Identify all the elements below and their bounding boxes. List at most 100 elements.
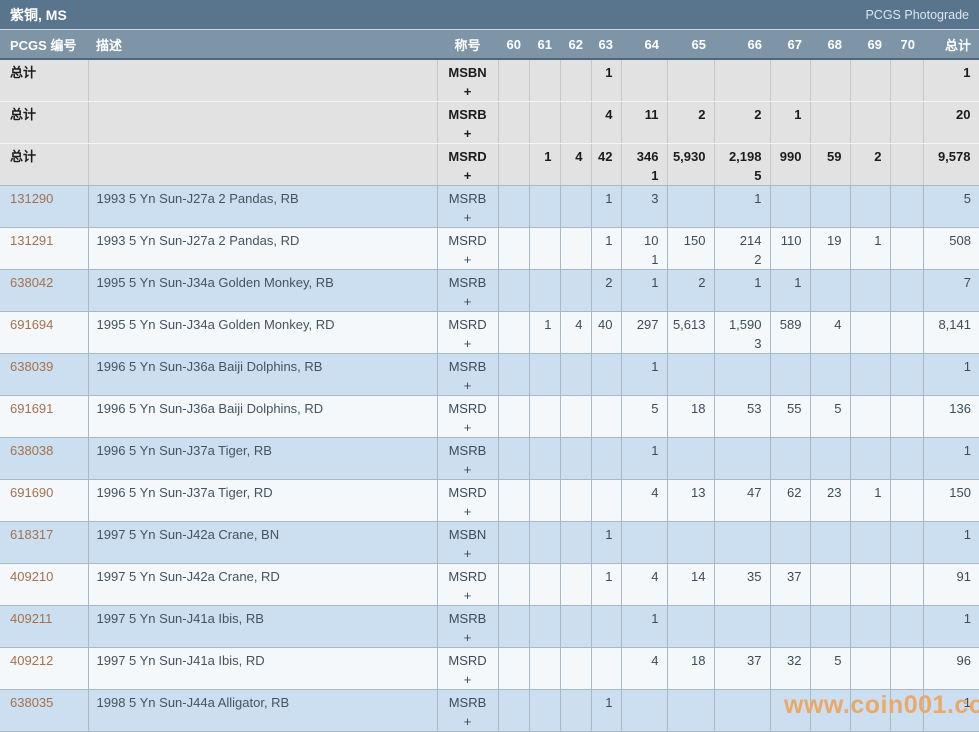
grade-plus-count-value <box>561 168 583 184</box>
grade-count-cell: 990 <box>770 143 810 185</box>
grade-count-value <box>891 275 915 291</box>
pcgs-number-link[interactable]: 409212 <box>10 653 53 668</box>
grade-count-cell <box>810 605 850 647</box>
grade-count-value <box>668 359 706 375</box>
grade-count-cell <box>850 689 890 731</box>
pcgs-number-link[interactable]: 638035 <box>10 695 53 710</box>
grade-count-cell <box>529 479 560 521</box>
grade-count-cell <box>770 437 810 479</box>
grade-count-value: 4 <box>622 653 659 669</box>
table-row: 691694 1995 5 Yn Sun-J34a Golden Monkey, … <box>0 311 979 353</box>
grade-count-value <box>499 653 521 669</box>
grade-count-value <box>622 65 659 81</box>
grade-count-value <box>530 401 552 417</box>
table-row: 总计MSRB+41122120 <box>0 101 979 143</box>
grade-plus-count-value <box>668 252 706 268</box>
grade-count-value: 1 <box>592 527 613 543</box>
header-row: PCGS 编号描述称号6061626364656667686970总计 <box>0 30 979 59</box>
pcgs-number-link[interactable]: 638039 <box>10 359 53 374</box>
grade-count-value <box>851 401 882 417</box>
grade-count-value <box>771 695 802 711</box>
grade-count-cell: 32 <box>770 647 810 689</box>
column-header-69: 69 <box>850 30 890 59</box>
grade-count-cell <box>667 185 714 227</box>
grade-count-cell: 1 <box>591 59 621 101</box>
pcgs-number-link[interactable]: 638038 <box>10 443 53 458</box>
grade-plus-count-value <box>499 630 521 646</box>
grade-plus-count-value <box>891 462 915 478</box>
grade-count-cell <box>560 185 591 227</box>
grade-count-cell: 55 <box>770 395 810 437</box>
grade-plus-count-value <box>668 714 706 730</box>
grade-count-value <box>891 401 915 417</box>
grade-count-cell: 47 <box>714 479 770 521</box>
grade-plus-count-value <box>592 378 613 394</box>
grade-plus-count-value <box>530 420 552 436</box>
pcgs-number-link[interactable]: 691691 <box>10 401 53 416</box>
grade-count-cell: 37 <box>714 647 770 689</box>
grade-plus-count-value <box>715 294 762 310</box>
grade-count-cell <box>810 353 850 395</box>
coin-description: 1996 5 Yn Sun-J37a Tiger, RD <box>97 485 273 500</box>
column-header-62: 62 <box>560 30 591 59</box>
grade-count-cell <box>890 479 923 521</box>
column-header-66: 66 <box>714 30 770 59</box>
designation-plus: + <box>438 672 498 688</box>
pcgs-number-link[interactable]: 409211 <box>10 611 52 626</box>
pcgs-number-link[interactable]: 691690 <box>10 485 53 500</box>
grade-count-cell <box>498 59 529 101</box>
grade-count-cell <box>890 143 923 185</box>
grade-plus-count-value <box>530 378 552 394</box>
grade-count-value: 1 <box>622 359 659 375</box>
pcgs-number-link[interactable]: 638042 <box>10 275 53 290</box>
grade-count-cell <box>667 521 714 563</box>
grade-count-cell <box>850 647 890 689</box>
grade-plus-count-value <box>592 336 613 352</box>
grade-plus-count-value <box>668 294 706 310</box>
pcgs-photograde-link[interactable]: PCGS Photograde <box>865 8 969 22</box>
grade-count-cell: 3461 <box>621 143 667 185</box>
grade-count-cell <box>890 437 923 479</box>
grade-count-value: 1 <box>592 569 613 585</box>
grade-count-value: 4 <box>592 107 613 123</box>
grade-plus-count-value <box>715 84 762 100</box>
grade-count-value <box>622 527 659 543</box>
grade-plus-count-value <box>622 714 659 730</box>
grade-count-cell: 1 <box>621 437 667 479</box>
designation-plus: + <box>438 336 498 352</box>
row-total-value: 7 <box>924 275 972 291</box>
grade-count-value <box>530 611 552 627</box>
designation-label: MSBN <box>438 65 498 81</box>
grade-plus-count-value <box>891 84 915 100</box>
grade-count-cell: 4 <box>591 101 621 143</box>
grade-plus-count-value <box>668 462 706 478</box>
grade-count-value <box>771 527 802 543</box>
pcgs-number-link[interactable]: 409210 <box>10 569 53 584</box>
grade-plus-count-value <box>771 378 802 394</box>
grade-count-value <box>851 359 882 375</box>
row-total-value: 1 <box>924 65 971 81</box>
grade-plus-count-value <box>668 504 706 520</box>
designation-cell: MSRD+ <box>437 227 498 269</box>
pcgs-number-link[interactable]: 618317 <box>10 527 53 542</box>
grade-count-value: 1 <box>622 611 659 627</box>
grade-count-value <box>530 527 552 543</box>
description-cell: 1995 5 Yn Sun-J34a Golden Monkey, RD <box>88 311 437 353</box>
grade-count-cell <box>850 563 890 605</box>
row-total-cell: 91 <box>923 563 979 605</box>
grade-count-cell: 101 <box>621 227 667 269</box>
grade-count-value: 32 <box>771 653 802 669</box>
pcgs-number-link[interactable]: 131290 <box>10 191 53 206</box>
grade-plus-count-value <box>891 210 915 226</box>
pcgs-number-link[interactable]: 131291 <box>10 233 53 248</box>
grade-count-value: 11 <box>622 107 659 123</box>
grade-count-value: 1 <box>851 233 882 249</box>
grade-count-cell: 5,613 <box>667 311 714 353</box>
grade-plus-count-value <box>891 294 915 310</box>
designation-plus: + <box>438 210 498 226</box>
grade-plus-count-value <box>530 336 552 352</box>
grade-count-cell <box>890 269 923 311</box>
grade-count-cell: 2 <box>714 101 770 143</box>
pcgs-number-link[interactable]: 691694 <box>10 317 53 332</box>
grade-count-value <box>891 149 915 165</box>
